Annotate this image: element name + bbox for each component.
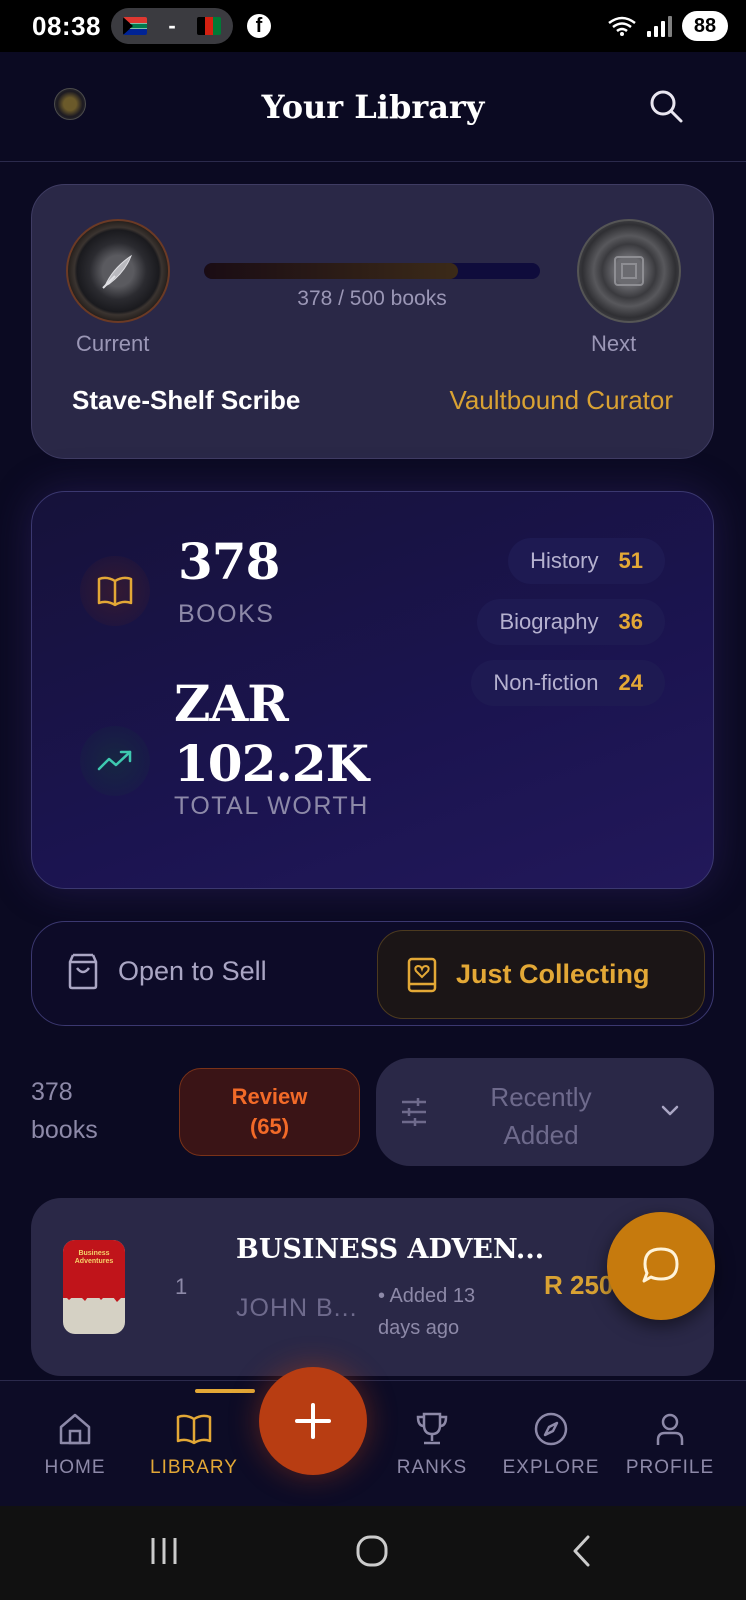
genre-count: 24	[618, 670, 643, 695]
nav-home[interactable]: HOME	[20, 1409, 130, 1479]
rank-progress-fill	[204, 263, 459, 279]
afghanistan-flag-icon	[196, 17, 221, 35]
book-count-text: 378 books	[31, 1073, 98, 1149]
page-title: Your Library	[261, 87, 485, 126]
book-author: JOHN B...	[236, 1294, 358, 1322]
pill-separator: -	[168, 13, 176, 38]
nav-explore-label: EXPLORE	[502, 1457, 600, 1478]
review-label: Review	[231, 1084, 308, 1109]
current-rank-name: Stave-Shelf Scribe	[72, 385, 301, 415]
books-label: BOOKS	[178, 600, 275, 628]
library-stats-card: 378 BOOKS ZAR 102.2K TOTAL WORTH History…	[31, 491, 714, 889]
vault-icon	[614, 256, 644, 286]
recent-apps-icon[interactable]	[147, 1534, 181, 1568]
nav-ranks-label: RANKS	[396, 1457, 468, 1478]
library-book-icon	[176, 1414, 212, 1445]
next-rank-medal-icon	[577, 219, 681, 323]
current-rank-caption: Current	[76, 331, 150, 356]
genre-pill-history[interactable]: History 51	[508, 538, 665, 584]
plus-icon	[295, 1403, 331, 1439]
add-book-button[interactable]	[259, 1367, 367, 1475]
book-count-unit: books	[31, 1116, 98, 1144]
profile-icon	[656, 1413, 684, 1445]
book-title: BUSINESS ADVEN...	[236, 1234, 545, 1265]
worth-currency: ZAR	[174, 674, 289, 733]
review-button[interactable]: Review (65)	[179, 1068, 360, 1156]
nav-profile[interactable]: PROFILE	[615, 1409, 725, 1479]
open-to-sell-button[interactable]: Open to Sell	[66, 952, 267, 990]
worth-value: 102.2K	[174, 734, 369, 793]
genre-name: History	[530, 548, 599, 573]
home-button-icon[interactable]	[355, 1534, 389, 1568]
genre-count: 36	[618, 609, 643, 634]
status-time: 08:38	[32, 10, 101, 41]
sort-label-line1: Recently	[490, 1082, 592, 1112]
rank-progress-bar	[204, 263, 540, 279]
quill-icon	[102, 254, 133, 289]
app-logo-icon[interactable]	[54, 88, 86, 120]
chat-button[interactable]	[607, 1212, 715, 1320]
trending-up-icon	[97, 750, 132, 771]
book-added-line1: • Added 13	[378, 1285, 476, 1307]
active-tab-indicator	[195, 1389, 255, 1393]
book-price: R 250	[544, 1270, 614, 1300]
rank-progress-text: 378 / 500 books	[297, 287, 447, 310]
trophy-icon	[416, 1412, 448, 1445]
book-index: 1	[175, 1274, 188, 1299]
open-to-sell-label: Open to Sell	[118, 955, 267, 986]
nav-profile-label: PROFILE	[625, 1457, 715, 1478]
just-collecting-button[interactable]: Just Collecting	[377, 930, 705, 1019]
nav-ranks[interactable]: RANKS	[377, 1409, 487, 1479]
genre-name: Non-fiction	[493, 670, 599, 695]
compass-icon	[534, 1412, 568, 1446]
worth-label: TOTAL WORTH	[174, 792, 369, 820]
worth-stat-icon-wrap	[80, 726, 150, 796]
next-rank-name: Vaultbound Curator	[449, 385, 673, 415]
review-count: (65)	[249, 1114, 290, 1139]
collection-mode-toggle: Open to Sell Just Collecting	[31, 921, 714, 1026]
sort-dropdown[interactable]: Recently Added	[376, 1058, 714, 1166]
nav-library[interactable]: LIBRARY	[139, 1409, 249, 1479]
nav-home-label: HOME	[44, 1457, 106, 1478]
sort-label: Recently Added	[446, 1078, 636, 1154]
sort-label-line2: Added	[503, 1120, 579, 1150]
app-header: Your Library	[0, 52, 746, 162]
signal-icon	[647, 15, 672, 37]
back-icon[interactable]	[566, 1534, 600, 1568]
sliders-icon	[402, 1098, 426, 1126]
flag-pill: -	[111, 8, 233, 44]
status-bar: 08:38 - f 88	[0, 0, 746, 52]
south-africa-flag-icon	[123, 17, 147, 35]
bottom-nav: HOME LIBRARY RANKS EXPLORE PROFILE	[0, 1380, 746, 1506]
open-book-icon	[97, 576, 133, 607]
genre-pill-non-fiction[interactable]: Non-fiction 24	[471, 660, 665, 706]
book-cover-title: Business Adventures	[74, 1250, 114, 1265]
just-collecting-label: Just Collecting	[456, 959, 650, 989]
wifi-icon	[608, 16, 636, 36]
books-stat-icon-wrap	[80, 556, 150, 626]
books-count: 378	[178, 532, 280, 591]
book-count-number: 378	[31, 1078, 73, 1106]
system-nav-bar	[0, 1506, 746, 1600]
shopping-bag-icon	[68, 953, 98, 990]
rank-progress-card[interactable]: 378 / 500 books Current Next Stave-Shelf…	[31, 184, 714, 459]
genre-pill-biography[interactable]: Biography 36	[477, 599, 665, 645]
nav-explore[interactable]: EXPLORE	[496, 1409, 606, 1479]
chat-bubble-icon	[642, 1247, 679, 1283]
book-added-line2: days ago	[378, 1317, 460, 1339]
book-cover-art	[63, 1288, 125, 1302]
nav-library-label: LIBRARY	[150, 1457, 238, 1478]
next-rank-caption: Next	[591, 331, 637, 356]
book-heart-icon	[407, 957, 437, 992]
chevron-down-icon	[661, 1105, 679, 1116]
genre-count: 51	[618, 548, 643, 573]
battery-indicator: 88	[682, 11, 728, 41]
book-cover: Business Adventures	[63, 1240, 125, 1334]
facebook-icon: f	[247, 14, 271, 38]
book-added-date: • Added 13 days ago	[378, 1280, 528, 1344]
home-icon	[59, 1413, 91, 1445]
current-rank-medal-icon	[66, 219, 170, 323]
search-icon[interactable]	[648, 88, 684, 124]
genre-name: Biography	[499, 609, 599, 634]
